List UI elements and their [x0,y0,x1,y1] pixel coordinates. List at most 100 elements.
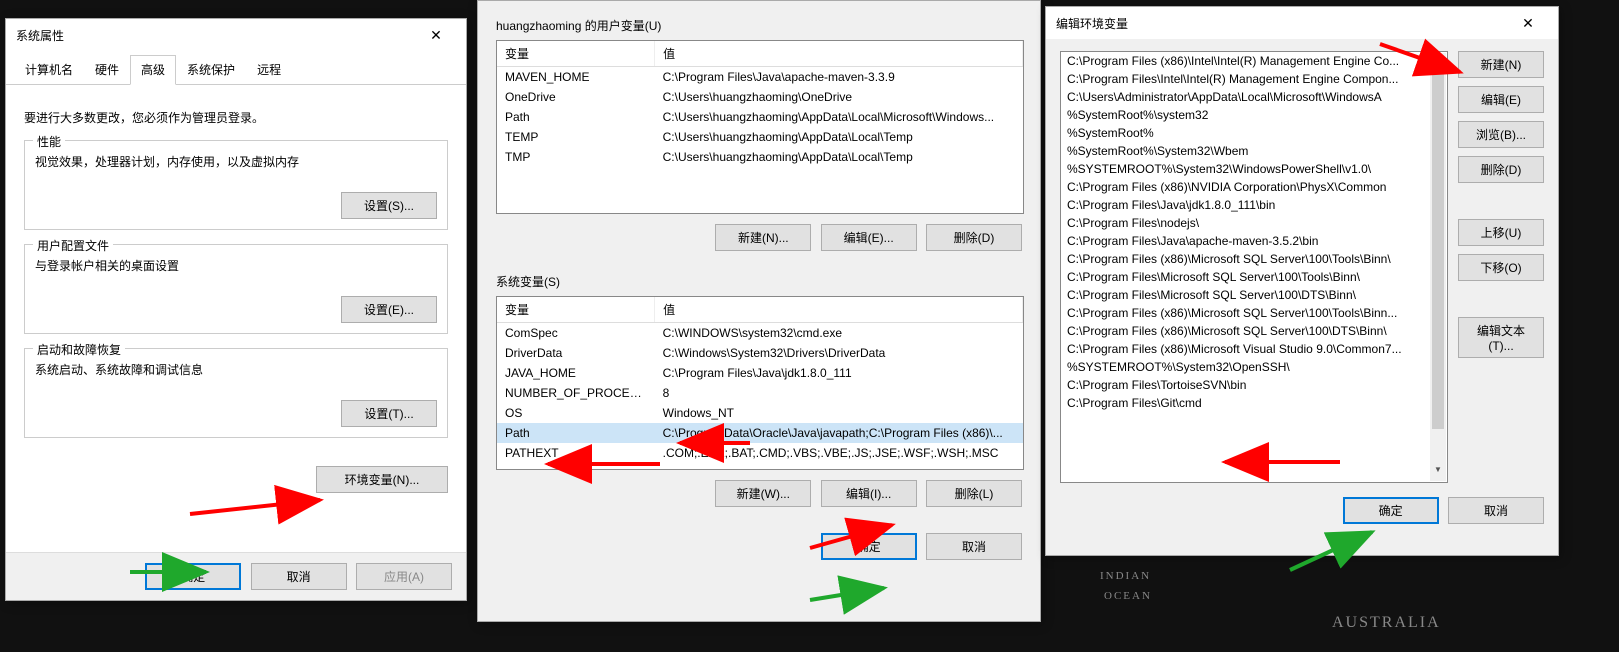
close-icon[interactable]: ✕ [1508,9,1548,37]
user-delete-button[interactable]: 删除(D) [926,224,1022,251]
startup-group: 启动和故障恢复 系统启动、系统故障和调试信息 设置(T)... [24,348,448,438]
table-row[interactable]: DriverDataC:\Windows\System32\Drivers\Dr… [497,343,1023,363]
list-item[interactable]: C:\Program Files\Intel\Intel(R) Manageme… [1061,70,1447,88]
startup-settings-button[interactable]: 设置(T)... [341,400,437,427]
sys-new-button[interactable]: 新建(W)... [715,480,811,507]
user-edit-button[interactable]: 编辑(E)... [821,224,917,251]
var-value: Windows_NT [655,403,1023,423]
performance-desc: 视觉效果，处理器计划，内存使用，以及虚拟内存 [35,153,437,170]
scrollbar-thumb[interactable] [1432,69,1444,429]
new-button[interactable]: 新建(N) [1458,51,1544,78]
edit-button[interactable]: 编辑(E) [1458,86,1544,113]
table-row[interactable]: ComSpecC:\WINDOWS\system32\cmd.exe [497,323,1023,344]
var-value: C:\Users\huangzhaoming\AppData\Local\Mic… [655,107,1023,127]
scroll-up-icon[interactable]: ▲ [1430,53,1446,69]
var-name: PATHEXT [497,443,655,463]
list-item[interactable]: C:\Program Files\Java\apache-maven-3.5.2… [1061,232,1447,250]
var-name: DriverData [497,343,655,363]
browse-button[interactable]: 浏览(B)... [1458,121,1544,148]
list-item[interactable]: C:\Program Files\Git\cmd [1061,394,1447,412]
system-properties-dialog: 系统属性 ✕ 计算机名 硬件 高级 系统保护 远程 要进行大多数更改，您必须作为… [5,18,467,601]
map-label-indian: INDIAN [1100,570,1151,582]
sys-delete-button[interactable]: 删除(L) [926,480,1022,507]
table-row[interactable]: JAVA_HOMEC:\Program Files\Java\jdk1.8.0_… [497,363,1023,383]
startup-desc: 系统启动、系统故障和调试信息 [35,361,437,378]
user-variables-list[interactable]: 变量 值 MAVEN_HOMEC:\Program Files\Java\apa… [496,40,1024,214]
environment-variables-button[interactable]: 环境变量(N)... [316,466,448,493]
tab-system-protection[interactable]: 系统保护 [176,55,246,84]
var-value: .COM;.EXE;.BAT;.CMD;.VBS;.VBE;.JS;.JSE;.… [655,443,1023,463]
performance-settings-button[interactable]: 设置(S)... [341,192,437,219]
ok-button[interactable]: 确定 [1343,497,1439,524]
list-item[interactable]: %SystemRoot%\System32\Wbem [1061,142,1447,160]
titlebar: 系统属性 ✕ [6,19,466,51]
scrollbar[interactable]: ▲ ▼ [1430,53,1446,481]
table-row[interactable]: NUMBER_OF_PROCESSORS8 [497,383,1023,403]
list-item[interactable]: %SYSTEMROOT%\System32\OpenSSH\ [1061,358,1447,376]
user-profiles-legend: 用户配置文件 [33,237,113,254]
edit-text-button[interactable]: 编辑文本(T)... [1458,317,1544,358]
list-item[interactable]: C:\Program Files\nodejs\ [1061,214,1447,232]
var-name: OS [497,403,655,423]
dialog-title: 编辑环境变量 [1056,15,1128,32]
list-item[interactable]: C:\Program Files (x86)\Microsoft SQL Ser… [1061,322,1447,340]
table-row[interactable]: OSWindows_NT [497,403,1023,423]
system-variables-list[interactable]: 变量 值 ComSpecC:\WINDOWS\system32\cmd.exeD… [496,296,1024,470]
column-value[interactable]: 值 [655,297,1023,323]
var-value: C:\WINDOWS\system32\cmd.exe [655,323,1023,344]
var-name: TEMP [497,127,655,147]
table-row[interactable]: TEMPC:\Users\huangzhaoming\AppData\Local… [497,127,1023,147]
list-item[interactable]: C:\Program Files (x86)\Intel\Intel(R) Ma… [1061,52,1447,70]
user-new-button[interactable]: 新建(N)... [715,224,811,251]
tab-computer-name[interactable]: 计算机名 [14,55,84,84]
column-variable[interactable]: 变量 [497,297,655,323]
user-variables-label: huangzhaoming 的用户变量(U) [496,17,1022,34]
tab-hardware[interactable]: 硬件 [84,55,130,84]
var-value: C:\Program Files\Java\apache-maven-3.3.9 [655,67,1023,88]
cancel-button[interactable]: 取消 [251,563,347,590]
list-item[interactable]: %SYSTEMROOT%\System32\WindowsPowerShell\… [1061,160,1447,178]
var-value: C:\Program Files\Java\jdk1.8.0_111 [655,363,1023,383]
sys-edit-button[interactable]: 编辑(I)... [821,480,917,507]
table-row[interactable]: MAVEN_HOMEC:\Program Files\Java\apache-m… [497,67,1023,88]
list-item[interactable]: C:\Program Files\TortoiseSVN\bin [1061,376,1447,394]
startup-legend: 启动和故障恢复 [33,341,125,358]
list-item[interactable]: C:\Program Files\Microsoft SQL Server\10… [1061,286,1447,304]
list-item[interactable]: C:\Program Files (x86)\Microsoft SQL Ser… [1061,304,1447,322]
list-item[interactable]: C:\Program Files (x86)\Microsoft SQL Ser… [1061,250,1447,268]
close-icon[interactable]: ✕ [416,21,456,49]
path-list[interactable]: C:\Program Files (x86)\Intel\Intel(R) Ma… [1060,51,1448,483]
column-value[interactable]: 值 [655,41,1023,67]
var-name: NUMBER_OF_PROCESSORS [497,383,655,403]
list-item[interactable]: C:\Users\Administrator\AppData\Local\Mic… [1061,88,1447,106]
table-row[interactable]: OneDriveC:\Users\huangzhaoming\OneDrive [497,87,1023,107]
user-profiles-group: 用户配置文件 与登录帐户相关的桌面设置 设置(E)... [24,244,448,334]
table-row[interactable]: TMPC:\Users\huangzhaoming\AppData\Local\… [497,147,1023,167]
list-item[interactable]: %SystemRoot%\system32 [1061,106,1447,124]
table-row[interactable]: PathC:\Users\huangzhaoming\AppData\Local… [497,107,1023,127]
user-profiles-settings-button[interactable]: 设置(E)... [341,296,437,323]
performance-legend: 性能 [33,133,65,150]
list-item[interactable]: C:\Program Files\Microsoft SQL Server\10… [1061,268,1447,286]
admin-note: 要进行大多数更改，您必须作为管理员登录。 [24,109,448,126]
scroll-down-icon[interactable]: ▼ [1430,465,1446,481]
apply-button[interactable]: 应用(A) [356,563,452,590]
column-variable[interactable]: 变量 [497,41,655,67]
table-row[interactable]: PathC:\ProgramData\Oracle\Java\javapath;… [497,423,1023,443]
var-name: ComSpec [497,323,655,344]
cancel-button[interactable]: 取消 [926,533,1022,560]
cancel-button[interactable]: 取消 [1448,497,1544,524]
var-name: JAVA_HOME [497,363,655,383]
delete-button[interactable]: 删除(D) [1458,156,1544,183]
list-item[interactable]: %SystemRoot% [1061,124,1447,142]
tab-remote[interactable]: 远程 [246,55,292,84]
table-row[interactable]: PATHEXT.COM;.EXE;.BAT;.CMD;.VBS;.VBE;.JS… [497,443,1023,463]
move-up-button[interactable]: 上移(U) [1458,219,1544,246]
ok-button[interactable]: 确定 [821,533,917,560]
list-item[interactable]: C:\Program Files (x86)\Microsoft Visual … [1061,340,1447,358]
move-down-button[interactable]: 下移(O) [1458,254,1544,281]
tab-advanced[interactable]: 高级 [130,55,176,85]
ok-button[interactable]: 确定 [145,563,241,590]
list-item[interactable]: C:\Program Files (x86)\NVIDIA Corporatio… [1061,178,1447,196]
list-item[interactable]: C:\Program Files\Java\jdk1.8.0_111\bin [1061,196,1447,214]
